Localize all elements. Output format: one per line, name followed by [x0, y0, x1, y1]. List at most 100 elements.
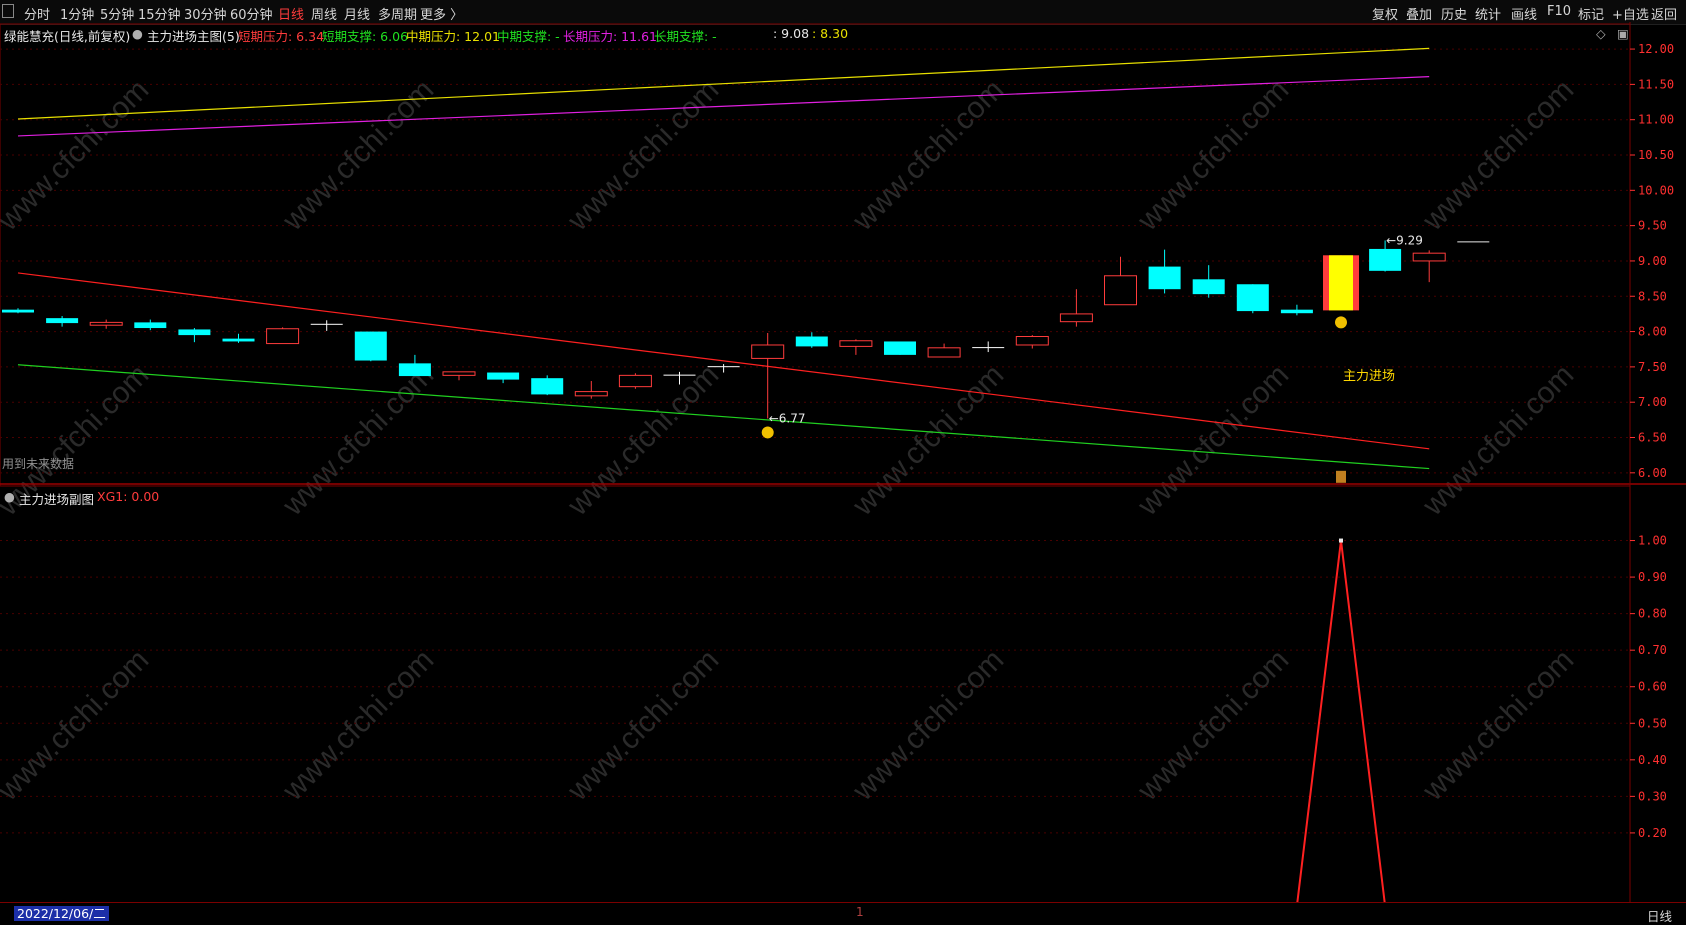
- watermark-text: www.cfchi.com: [276, 358, 440, 522]
- kline-chart[interactable]: www.cfchi.com www.cfchi.com www.cfchi.com w…: [0, 22, 1686, 902]
- trend-line: [17, 47, 1430, 120]
- main-info-line: 绿能慧充(日线,前复权) ● 主力进场主图(5) 短期压力: 6.34 短期支撑…: [0, 24, 1640, 45]
- mid-support-value: 中期支撑: -: [497, 29, 560, 44]
- main-tick-label: 6.50: [1638, 431, 1667, 445]
- rank-badge-icon: [1336, 470, 1346, 483]
- sub-tick-label: 0.70: [1638, 643, 1667, 657]
- candle-body: [1280, 309, 1313, 314]
- watermark-text: www.cfchi.com: [0, 73, 155, 237]
- toolbar-button-1[interactable]: 叠加: [1406, 4, 1432, 23]
- candle-body: [839, 340, 873, 347]
- mid-pressure-value: 中期压力: 12.01: [406, 29, 500, 44]
- cursor-date: 2022/12/06/二: [14, 906, 109, 921]
- candle-body: [531, 378, 564, 395]
- main-tick-label: 10.50: [1638, 148, 1674, 162]
- indicator-toggle-icon[interactable]: ●: [132, 26, 143, 41]
- watermark-text: www.cfchi.com: [1416, 358, 1580, 522]
- xg1-value: XG1: 0.00: [97, 489, 160, 504]
- watermark-text: www.cfchi.com: [1131, 358, 1295, 522]
- main-tick-label: 10.00: [1638, 183, 1674, 197]
- price-annotation: ←9.29: [1386, 233, 1423, 247]
- period-tab-0[interactable]: 分时: [24, 4, 50, 23]
- candle-body: [2, 309, 34, 313]
- candle-body: [751, 344, 785, 359]
- short-support-value: 短期支撑: 6.06: [322, 29, 409, 44]
- sub-indicator-name[interactable]: 主力进场副图: [19, 489, 94, 508]
- candle-body: [1148, 266, 1181, 290]
- watermark-text: www.cfchi.com: [0, 643, 155, 807]
- watermark-text: www.cfchi.com: [1416, 643, 1580, 807]
- toolbar-button-0[interactable]: 复权: [1372, 4, 1398, 23]
- signal-candle-body: [1329, 255, 1353, 311]
- main-tick-label: 9.50: [1638, 219, 1667, 233]
- sub-tick-label: 0.30: [1638, 789, 1667, 803]
- toolbar-button-5[interactable]: F10: [1547, 4, 1571, 19]
- candle-body: [884, 341, 916, 355]
- short-pressure-value: 短期压力: 6.34: [238, 29, 325, 44]
- sub-tick-label: 0.80: [1638, 607, 1667, 621]
- candle-body: [972, 347, 1005, 349]
- candle-body: [222, 338, 255, 342]
- candle-body: [618, 374, 652, 388]
- candle-body: [134, 322, 167, 329]
- sub-tick-label: 0.60: [1638, 680, 1667, 694]
- period-tab-4[interactable]: 30分钟: [184, 4, 227, 23]
- sub-toggle-icon[interactable]: ●: [4, 489, 15, 504]
- toolbar-button-4[interactable]: 画线: [1511, 4, 1537, 23]
- candle-body: [487, 372, 520, 380]
- window-restore-icon[interactable]: ▣: [1617, 26, 1629, 41]
- candle-body: [1104, 275, 1137, 306]
- candle-body: [398, 363, 431, 377]
- bottom-bar: 2022/12/06/二 1 日线: [0, 902, 1686, 925]
- main-indicator-name[interactable]: 主力进场主图(5): [147, 26, 240, 45]
- candle-body: [1059, 313, 1093, 323]
- long-support-value: 长期支撑: -: [654, 29, 717, 44]
- candle-body: [927, 347, 961, 358]
- sub-tick-label: 0.50: [1638, 716, 1667, 730]
- money-bag-icon: [1335, 316, 1347, 329]
- watermark-text: www.cfchi.com: [1131, 643, 1295, 807]
- main-tick-label: 12.00: [1638, 42, 1674, 56]
- candle-body: [795, 336, 828, 347]
- period-label[interactable]: 日线: [1647, 906, 1672, 925]
- toolbar-button-7[interactable]: +自选: [1612, 4, 1649, 23]
- stock-name[interactable]: 绿能慧充(日线,前复权): [4, 26, 130, 45]
- watermark-text: www.cfchi.com: [276, 643, 440, 807]
- candle-body: [1192, 279, 1225, 295]
- candle-body: [1015, 336, 1049, 346]
- candle-body: [178, 329, 211, 336]
- period-tab-10[interactable]: 更多 〉: [420, 4, 463, 23]
- candle-body: [46, 318, 79, 324]
- period-tab-9[interactable]: 多周期: [378, 4, 417, 23]
- period-tab-1[interactable]: 1分钟: [60, 4, 94, 23]
- candle-body: [89, 321, 123, 326]
- candle-body: [442, 371, 476, 376]
- diamond-icon[interactable]: ◇: [1596, 26, 1606, 41]
- candle-body: [663, 374, 696, 376]
- toolbar-button-8[interactable]: 返回: [1651, 4, 1677, 23]
- main-tick-label: 7.00: [1638, 395, 1667, 409]
- candle-body: [354, 331, 387, 361]
- money-bag-icon: [761, 426, 774, 439]
- extra-value-b: : 8.30: [812, 26, 849, 41]
- main-tick-label: 8.00: [1638, 325, 1667, 339]
- toolbar-button-3[interactable]: 统计: [1475, 4, 1501, 23]
- xg1-point: [1339, 538, 1343, 543]
- period-tab-5[interactable]: 60分钟: [230, 4, 273, 23]
- period-tab-6[interactable]: 日线: [278, 4, 304, 23]
- period-tab-3[interactable]: 15分钟: [138, 4, 181, 23]
- period-tab-8[interactable]: 月线: [344, 4, 370, 23]
- toolbar-button-2[interactable]: 历史: [1441, 4, 1467, 23]
- toolbar-button-6[interactable]: 标记: [1578, 4, 1604, 23]
- window-corner-icon[interactable]: [2, 4, 14, 18]
- main-tick-label: 6.00: [1638, 466, 1667, 480]
- sub-tick-label: 0.40: [1638, 753, 1667, 767]
- future-data-note: 用到未来数据: [2, 457, 75, 471]
- main-tick-label: 9.00: [1638, 254, 1667, 268]
- period-tab-2[interactable]: 5分钟: [100, 4, 134, 23]
- watermark-text: www.cfchi.com: [846, 643, 1010, 807]
- watermark-text: www.cfchi.com: [846, 358, 1010, 522]
- period-tab-7[interactable]: 周线: [311, 4, 337, 23]
- main-tick-label: 11.50: [1638, 77, 1674, 91]
- scroll-position-mark[interactable]: 1: [856, 905, 864, 919]
